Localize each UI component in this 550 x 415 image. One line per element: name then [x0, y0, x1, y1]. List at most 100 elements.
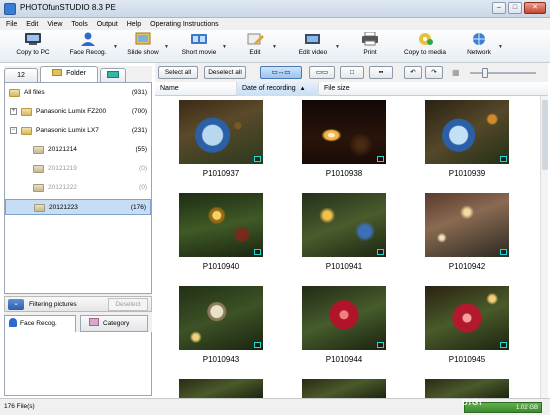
slideshow-dropdown-icon[interactable]: ▼: [164, 44, 169, 50]
column-file-size[interactable]: File size: [319, 82, 548, 96]
tree-item-6[interactable]: 20121223 (176): [5, 199, 151, 215]
single-view-button[interactable]: □: [340, 66, 364, 79]
menu-output[interactable]: Output: [97, 21, 118, 28]
tree-item-count: (0): [139, 184, 147, 191]
thumbnail[interactable]: P1010945: [425, 286, 509, 364]
tab-category[interactable]: Category: [80, 315, 148, 332]
menu-view[interactable]: View: [47, 21, 62, 28]
tree-expander-icon[interactable]: −: [10, 127, 17, 134]
face-recog-button[interactable]: Face Recog.: [68, 32, 108, 56]
edit-video-dropdown-icon[interactable]: ▼: [335, 44, 340, 50]
film-view-button[interactable]: ▪▪: [369, 66, 393, 79]
thumbnail[interactable]: P1010944: [302, 286, 386, 364]
select-checkbox-icon[interactable]: [377, 342, 384, 348]
tree-item-count: (0): [139, 165, 147, 172]
edit-button[interactable]: Edit: [243, 32, 267, 56]
tree-item-0[interactable]: All files (931): [5, 85, 151, 101]
edit-video-button[interactable]: Edit video: [294, 32, 332, 56]
column-date-of-recording[interactable]: Date of recording ▲: [237, 82, 319, 96]
copy-to-media-icon: [419, 33, 433, 45]
filter-collapse-icon[interactable]: ⌄: [8, 299, 24, 310]
photo-image[interactable]: [179, 286, 263, 350]
minimize-button[interactable]: –: [492, 2, 506, 14]
photo-image[interactable]: [425, 100, 509, 164]
thumbnail[interactable]: P1010939: [425, 100, 509, 178]
copy-to-pc-button[interactable]: Copy to PC: [14, 32, 52, 56]
compare-view-button[interactable]: ▭↔▭: [260, 66, 302, 79]
tree-item-count: (176): [130, 204, 146, 211]
rotate-right-button[interactable]: ↷: [425, 66, 443, 79]
photo-image[interactable]: [425, 379, 509, 398]
watermark: DIGI: [462, 398, 483, 407]
face-recog-dropdown-icon[interactable]: ▼: [113, 44, 118, 50]
file-count: 176 File(s): [4, 403, 35, 410]
tree-item-5[interactable]: 20121222 (0): [5, 180, 151, 196]
thumbnail[interactable]: P1010938: [302, 100, 386, 178]
network-dropdown-icon[interactable]: ▼: [498, 44, 503, 50]
short-movie-dropdown-icon[interactable]: ▼: [222, 44, 227, 50]
tree-item-label: 20121219: [48, 165, 77, 172]
filter-deselect-button[interactable]: Deselect: [108, 298, 148, 311]
photo-image[interactable]: [425, 193, 509, 257]
category-tab-icon: [89, 318, 99, 326]
photo-image[interactable]: [302, 379, 386, 398]
zoom-slider-handle[interactable]: [482, 68, 488, 78]
tree-item-4[interactable]: 20121219 (0): [5, 161, 151, 177]
tab-calendar[interactable]: 12: [4, 68, 38, 82]
folder-tab-icon: [52, 69, 63, 76]
tab-face-recog[interactable]: Face Recog.: [4, 315, 76, 332]
menu-edit[interactable]: Edit: [26, 21, 38, 28]
network-button[interactable]: Network: [464, 32, 494, 56]
select-checkbox-icon[interactable]: [254, 156, 261, 162]
menu-help[interactable]: Help: [127, 21, 141, 28]
tab-folder[interactable]: Folder: [40, 66, 98, 82]
tree-item-count: (55): [135, 146, 147, 153]
thumb-view-button[interactable]: ▭▭: [309, 66, 335, 79]
close-button[interactable]: ✕: [524, 2, 546, 14]
column-header: Name Date of recording ▲ File size: [155, 82, 548, 96]
select-checkbox-icon[interactable]: [377, 156, 384, 162]
rotate-left-button[interactable]: ↶: [404, 66, 422, 79]
photo-image[interactable]: [179, 100, 263, 164]
tree-item-3[interactable]: 20121214 (55): [5, 142, 151, 158]
select-checkbox-icon[interactable]: [500, 156, 507, 162]
photo-image[interactable]: [425, 286, 509, 350]
tree-item-count: (700): [131, 108, 147, 115]
tab-album[interactable]: [100, 68, 126, 82]
photo-image[interactable]: [302, 100, 386, 164]
menu-operating-instructions[interactable]: Operating Instructions: [150, 21, 218, 28]
folder-icon: [33, 165, 44, 173]
thumbnail[interactable]: P1010940: [179, 193, 263, 271]
slideshow-button[interactable]: Slide show: [126, 32, 160, 56]
photo-image[interactable]: [179, 379, 263, 398]
select-checkbox-icon[interactable]: [254, 342, 261, 348]
deselect-all-button[interactable]: Deselect all: [204, 66, 246, 79]
edit-dropdown-icon[interactable]: ▼: [272, 44, 277, 50]
scrollbar-thumb[interactable]: [542, 100, 548, 170]
short-movie-button[interactable]: Short movie: [180, 32, 218, 56]
thumbnail[interactable]: P1010943: [179, 286, 263, 364]
copy-to-media-button[interactable]: Copy to media: [402, 32, 448, 56]
photo-image[interactable]: [179, 193, 263, 257]
select-checkbox-icon[interactable]: [500, 342, 507, 348]
select-all-button[interactable]: Select all: [158, 66, 198, 79]
tree-item-2[interactable]: − Panasonic Lumix LX7 (231): [5, 123, 151, 139]
thumbnail[interactable]: P1010942: [425, 193, 509, 271]
tree-expander-icon[interactable]: +: [10, 108, 17, 115]
menu-tools[interactable]: Tools: [71, 21, 87, 28]
select-checkbox-icon[interactable]: [254, 249, 261, 255]
thumbnail[interactable]: P1010937: [179, 100, 263, 178]
menu-file[interactable]: File: [6, 21, 17, 28]
maximize-button[interactable]: □: [508, 2, 522, 14]
thumbnail[interactable]: P1010941: [302, 193, 386, 271]
zoom-slider[interactable]: [470, 68, 536, 78]
vertical-scrollbar[interactable]: [540, 96, 548, 398]
print-button[interactable]: Print: [358, 32, 382, 56]
select-checkbox-icon[interactable]: [377, 249, 384, 255]
tree-item-1[interactable]: + Panasonic Lumix FZ200 (700): [5, 104, 151, 120]
thumbnail-caption: P1010938: [325, 169, 363, 178]
select-checkbox-icon[interactable]: [500, 249, 507, 255]
photo-image[interactable]: [302, 286, 386, 350]
column-name[interactable]: Name: [155, 82, 237, 96]
photo-image[interactable]: [302, 193, 386, 257]
